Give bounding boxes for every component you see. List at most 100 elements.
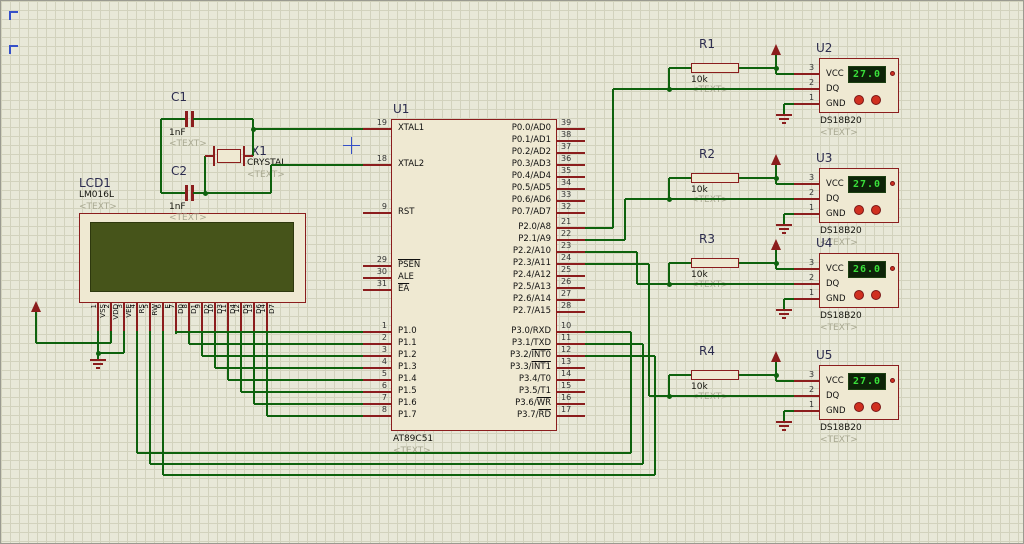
power-terminal[interactable] — [771, 44, 781, 55]
wire-segment[interactable] — [669, 67, 691, 69]
wire-segment[interactable] — [783, 411, 785, 421]
wire-segment[interactable] — [201, 331, 203, 356]
wire-segment[interactable] — [630, 332, 632, 453]
lcd-body[interactable] — [79, 213, 306, 303]
ground-symbol[interactable] — [782, 429, 786, 431]
wire-segment[interactable] — [585, 239, 625, 241]
wire-segment[interactable] — [648, 264, 650, 396]
wire-segment[interactable] — [776, 380, 794, 382]
pin-stub[interactable] — [794, 283, 819, 285]
wire-segment[interactable] — [228, 379, 363, 381]
pin-stub-RST[interactable] — [363, 212, 391, 214]
pin-stub[interactable] — [794, 380, 819, 382]
wire-segment[interactable] — [585, 263, 649, 265]
pin-stub-XTAL2[interactable] — [363, 164, 391, 166]
ground-symbol[interactable] — [776, 309, 792, 311]
wire-segment[interactable] — [175, 331, 177, 334]
pin-stub[interactable] — [794, 395, 819, 397]
wire-segment[interactable] — [585, 355, 655, 357]
wire-segment[interactable] — [612, 89, 614, 228]
wire-segment[interactable] — [585, 227, 613, 229]
ground-symbol[interactable] — [779, 118, 789, 120]
wire-segment[interactable] — [161, 192, 185, 194]
wire-segment[interactable] — [176, 331, 363, 333]
wire-segment[interactable] — [214, 331, 216, 368]
wire-segment[interactable] — [215, 367, 363, 369]
wire-segment[interactable] — [739, 177, 776, 179]
wire-segment[interactable] — [636, 252, 638, 284]
ground-symbol[interactable] — [96, 367, 100, 369]
wire-segment[interactable] — [784, 213, 794, 215]
wire-segment[interactable] — [776, 183, 794, 185]
wire-segment[interactable] — [613, 88, 794, 90]
pin-stub[interactable] — [794, 103, 819, 105]
wire-segment[interactable] — [783, 104, 785, 114]
wire-segment[interactable] — [775, 362, 777, 381]
wire-segment[interactable] — [783, 299, 785, 309]
pin-stub-P1.7[interactable] — [363, 415, 391, 417]
wire-segment[interactable] — [624, 199, 626, 240]
resistor-body[interactable] — [691, 63, 739, 73]
wire-segment[interactable] — [202, 355, 363, 357]
power-terminal[interactable] — [771, 239, 781, 250]
wire-segment[interactable] — [654, 356, 656, 475]
pin-stub[interactable] — [205, 155, 213, 157]
pin-stub[interactable] — [794, 298, 819, 300]
wire-segment[interactable] — [253, 128, 363, 130]
power-terminal[interactable] — [771, 351, 781, 362]
power-terminal[interactable] — [771, 154, 781, 165]
crystal-body[interactable] — [217, 149, 241, 163]
wire-segment[interactable] — [585, 251, 637, 253]
ground-symbol[interactable] — [779, 313, 789, 315]
ground-symbol[interactable] — [776, 114, 792, 116]
power-terminal[interactable] — [31, 301, 41, 312]
pin-stub[interactable] — [794, 198, 819, 200]
wire-segment[interactable] — [252, 119, 254, 156]
pin-stub-P2.7/A15[interactable] — [557, 311, 585, 313]
wire-segment[interactable] — [642, 344, 644, 464]
wire-segment[interactable] — [163, 474, 655, 476]
wire-segment[interactable] — [270, 165, 272, 193]
wire-segment[interactable] — [668, 263, 670, 284]
wire-segment[interactable] — [160, 119, 162, 193]
pin-stub[interactable] — [794, 410, 819, 412]
wire-segment[interactable] — [149, 331, 151, 464]
wire-segment[interactable] — [669, 177, 691, 179]
ground-symbol[interactable] — [782, 232, 786, 234]
wire-segment[interactable] — [123, 331, 125, 353]
resistor-body[interactable] — [691, 258, 739, 268]
wire-segment[interactable] — [136, 331, 138, 453]
wire-segment[interactable] — [783, 214, 785, 224]
pin-stub[interactable] — [794, 213, 819, 215]
ground-symbol[interactable] — [782, 122, 786, 124]
wire-segment[interactable] — [266, 331, 268, 416]
pin-stub[interactable] — [245, 155, 253, 157]
wire-segment[interactable] — [585, 343, 643, 345]
sensor-u3[interactable]: U3 VCC DQ GND 3 2 1 27.0 DS18B20 <TEXT> — [809, 151, 899, 248]
wire-segment[interactable] — [254, 403, 363, 405]
sensor-u4[interactable]: U4 VCC DQ GND 3 2 1 26.0 DS18B20 <TEXT> — [809, 236, 899, 333]
ground-symbol[interactable] — [776, 421, 792, 423]
wire-segment[interactable] — [775, 250, 777, 269]
wire-segment[interactable] — [193, 118, 253, 120]
wire-segment[interactable] — [784, 298, 794, 300]
ground-symbol[interactable] — [90, 359, 106, 361]
wire-segment[interactable] — [776, 73, 794, 75]
wire-segment[interactable] — [775, 165, 777, 184]
wire-segment[interactable] — [271, 164, 363, 166]
wire-segment[interactable] — [669, 374, 691, 376]
wire-segment[interactable] — [227, 331, 229, 380]
wire-segment[interactable] — [784, 410, 794, 412]
resistor-body[interactable] — [691, 173, 739, 183]
wire-segment[interactable] — [161, 118, 185, 120]
pin-stub[interactable] — [794, 183, 819, 185]
pin-stub[interactable] — [794, 73, 819, 75]
sensor-u2[interactable]: U2 VCC DQ GND 3 2 1 27.0 DS18B20 <TEXT> — [809, 41, 899, 138]
wire-segment[interactable] — [110, 331, 112, 343]
resistor-body[interactable] — [691, 370, 739, 380]
wire-segment[interactable] — [775, 55, 777, 74]
wire-segment[interactable] — [150, 463, 643, 465]
schematic-canvas[interactable]: U1 AT89C51 <TEXT> LCD1 LM016L <TEXT> C1 … — [0, 0, 1024, 544]
pin-stub-P0.7/AD7[interactable] — [557, 212, 585, 214]
wire-segment[interactable] — [253, 331, 255, 404]
